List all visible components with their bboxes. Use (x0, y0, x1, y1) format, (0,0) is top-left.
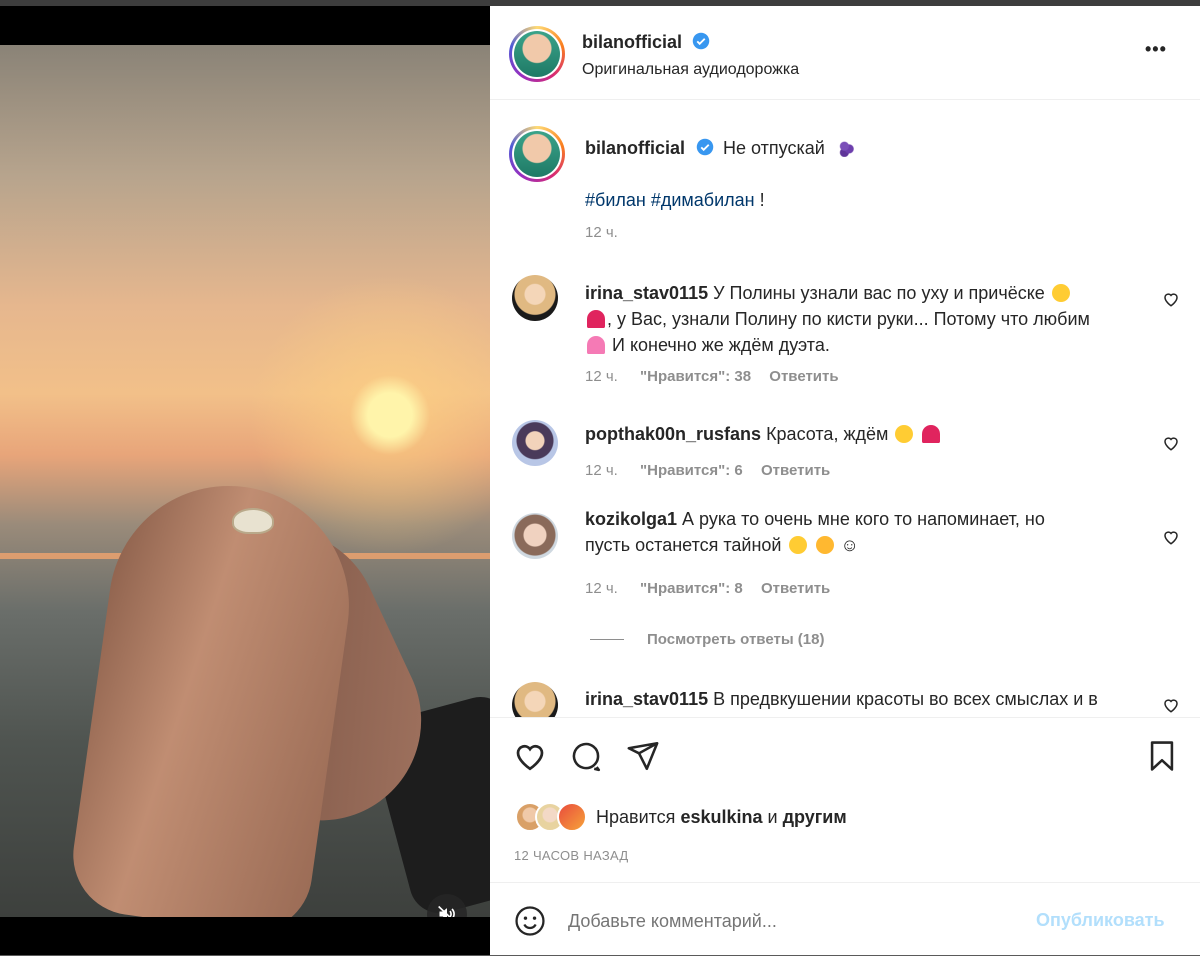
post-timestamp[interactable]: 12 ЧАСОВ НАЗАД (514, 848, 629, 863)
comment-text: irina_stav0115 В предвкушении красоты во… (585, 689, 1098, 709)
video-hand-front (65, 470, 365, 917)
audio-label[interactable]: Оригинальная аудиодорожка (582, 61, 799, 79)
liked-by-user[interactable]: eskulkina (680, 807, 762, 827)
caption-text: Не отпускай (723, 138, 825, 158)
author-avatar[interactable] (509, 26, 565, 82)
view-replies-button[interactable]: Посмотреть ответы (18) (647, 631, 824, 648)
emoji-smiley-icon[interactable] (513, 904, 547, 938)
comment-text: irina_stav0115 У Полины узнали вас по ух… (585, 283, 1090, 355)
author-username[interactable]: bilanofficial (582, 32, 682, 52)
caption-line: bilanofficial Не отпускай (585, 138, 854, 159)
video-player[interactable] (0, 45, 490, 917)
liked-by-line: Нравится eskulkina и другим (596, 807, 847, 827)
replies-divider (590, 639, 624, 640)
caption-hashtags[interactable]: #билан #димабилан (585, 190, 755, 210)
comment-meta: 12 ч. "Нравится": 8 Ответить (585, 580, 831, 597)
comment-like-heart-icon[interactable] (1162, 696, 1180, 714)
verified-badge-icon (696, 138, 714, 156)
grapes-emoji-icon (837, 139, 854, 157)
caption-avatar[interactable] (509, 126, 565, 182)
like-heart-icon[interactable] (512, 738, 548, 774)
post-header: bilanofficial Оригинальная аудиодорожка … (490, 6, 1200, 100)
comment-username[interactable]: irina_stav0115 (585, 689, 708, 709)
red-heart-emoji-icon (587, 310, 605, 328)
post-panel: bilanofficial Оригинальная аудиодорожка … (490, 6, 1200, 955)
share-paper-plane-icon[interactable] (626, 739, 660, 773)
comment-meta: 12 ч. "Нравится": 38 Ответить (585, 368, 839, 385)
comment-text: popthak00n_rusfans Красота, ждём (585, 424, 942, 445)
publish-button[interactable]: Опубликовать (1036, 910, 1165, 931)
more-options-button[interactable]: ••• (1145, 39, 1167, 60)
comment-likes[interactable]: "Нравится": 6 (640, 462, 743, 479)
reply-button[interactable]: Ответить (761, 580, 830, 597)
heart-eyes-emoji-icon (895, 425, 914, 443)
reply-button[interactable]: Ответить (761, 462, 830, 479)
comment-composer: Опубликовать (490, 882, 1200, 956)
commenter-avatar[interactable] (512, 420, 558, 466)
speaker-muted-icon (438, 905, 455, 917)
reply-button[interactable]: Ответить (769, 368, 838, 385)
liked-by-others[interactable]: другим (783, 807, 847, 827)
commenter-avatar[interactable] (512, 513, 558, 559)
caption-username[interactable]: bilanofficial (585, 138, 685, 158)
comment-text: kozikolga1 А рука то очень мне кого то н… (585, 509, 1045, 555)
comment-username[interactable]: kozikolga1 (585, 509, 677, 529)
red-heart-emoji-icon (922, 425, 941, 443)
caption-hashtags-line: #билан #димабилан ! (585, 190, 765, 211)
comment-bubble-icon[interactable] (569, 739, 603, 773)
comment-username[interactable]: popthak00n_rusfans (585, 424, 761, 444)
commenter-avatar[interactable] (512, 682, 558, 717)
comment-username[interactable]: irina_stav0115 (585, 283, 708, 303)
verified-badge-icon (693, 32, 710, 50)
comment-input[interactable] (566, 903, 1010, 939)
comment-like-heart-icon[interactable] (1162, 290, 1180, 308)
post-media[interactable] (0, 6, 490, 955)
two-hearts-emoji-icon (587, 336, 605, 354)
caption-time: 12 ч. (585, 224, 618, 241)
beaming-emoji-icon (788, 536, 807, 554)
comment-like-heart-icon[interactable] (1162, 528, 1180, 546)
caption-suffix: ! (754, 190, 765, 210)
save-bookmark-icon[interactable] (1145, 739, 1179, 773)
comment-likes[interactable]: "Нравится": 38 (640, 368, 751, 385)
video-ring (232, 508, 274, 534)
comment-likes[interactable]: "Нравится": 8 (640, 580, 743, 597)
liked-by-avatars[interactable] (515, 802, 587, 832)
comment-meta: 12 ч. "Нравится": 6 Ответить (585, 462, 831, 479)
comment-like-heart-icon[interactable] (1162, 434, 1180, 452)
grinning-emoji-icon (1051, 284, 1070, 302)
commenter-avatar[interactable] (512, 275, 558, 321)
comments-list[interactable]: bilanofficial Не отпускай #билан #димаби… (490, 100, 1200, 717)
star-struck-emoji-icon (815, 536, 834, 554)
